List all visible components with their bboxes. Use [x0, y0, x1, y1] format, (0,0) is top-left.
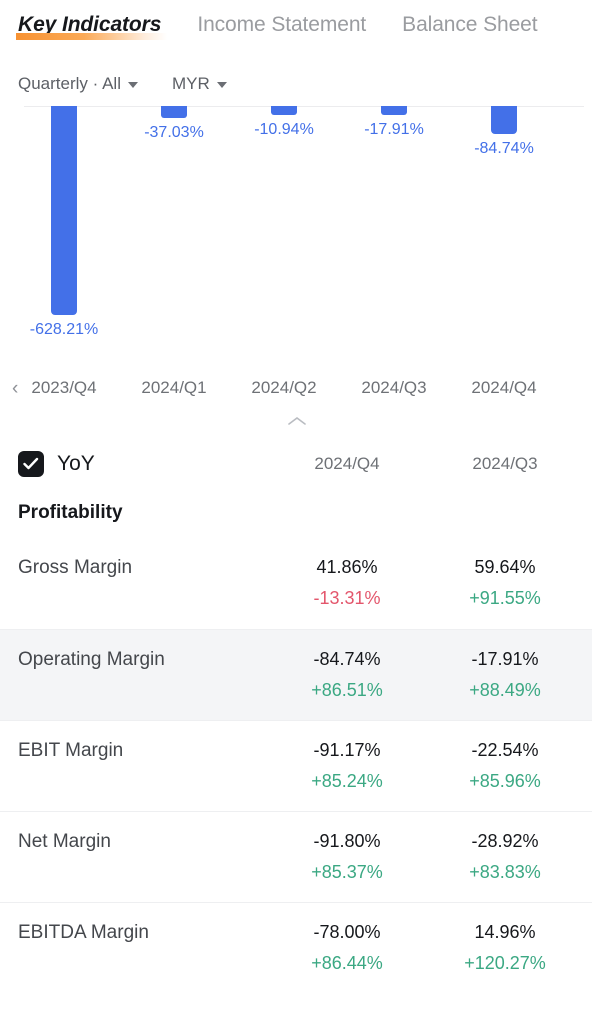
chart-bar[interactable]: [161, 106, 187, 119]
metric-cell: -28.92% +83.83%: [426, 828, 584, 885]
column-header-1[interactable]: 2024/Q3: [426, 454, 584, 474]
x-axis-tick-label: 2023/Q4: [31, 378, 97, 397]
table-row[interactable]: Net Margin -91.80% +85.37% -28.92% +83.83%: [0, 811, 592, 902]
metric-name: EBIT Margin: [18, 740, 124, 761]
metric-cell: 41.86% -13.31%: [268, 554, 426, 611]
chevron-down-icon: [216, 82, 227, 88]
section-title-profitability: Profitability: [18, 502, 123, 523]
metric-change: +83.83%: [469, 862, 541, 883]
metric-change: -13.31%: [313, 588, 381, 609]
chart-bar-value-label: -17.91%: [364, 121, 424, 138]
table-row[interactable]: EBITDA Margin -78.00% +86.44% 14.96% +120.27…: [0, 902, 592, 993]
metric-value: -84.74%: [313, 649, 381, 669]
metric-change: +86.51%: [311, 680, 383, 701]
column-header-0[interactable]: 2024/Q4: [268, 454, 426, 474]
period-filter-label: Quarterly · All: [18, 74, 121, 93]
table-header: YoY 2024/Q4 2024/Q3: [0, 440, 592, 488]
active-tab-underline: [16, 33, 168, 40]
metric-change: +86.44%: [311, 953, 383, 974]
metric-cell: -17.91% +88.49%: [426, 646, 584, 703]
x-axis-tick-label: 2024/Q1: [141, 378, 207, 397]
metric-change: +85.37%: [311, 862, 383, 883]
tab-balance-sheet-label: Balance Sheet: [402, 13, 538, 36]
checkbox-checked-icon[interactable]: [18, 451, 44, 477]
period-filter-dropdown[interactable]: Quarterly · All: [18, 74, 138, 94]
chart-bar-value-label: -628.21%: [29, 321, 99, 338]
metric-cell: 59.64% +91.55%: [426, 554, 584, 611]
metric-value: -91.17%: [313, 740, 381, 760]
chart-bar[interactable]: [381, 106, 407, 115]
metric-value: -17.91%: [471, 649, 539, 669]
metric-name: Gross Margin: [18, 557, 133, 578]
x-axis-tick-label: 2024/Q3: [361, 378, 427, 397]
currency-filter-label: MYR: [171, 74, 210, 93]
metric-value: -22.54%: [471, 740, 539, 760]
chart-x-axis: ‹ 2023/Q4 2024/Q1 2024/Q2 2024/Q3 2024/Q4: [0, 378, 592, 408]
metric-value: -28.92%: [471, 831, 539, 851]
chart-bar-value-label: -84.74%: [474, 140, 534, 158]
chart-bar[interactable]: [271, 106, 297, 115]
chart-bar-value-label: -37.03%: [144, 124, 204, 142]
operating-margin-bar-chart[interactable]: -628.21% -37.03% -10.94% -17.91% -84.74%: [0, 106, 592, 378]
metric-cell: -22.54% +85.96%: [426, 737, 584, 794]
chart-bar[interactable]: [491, 106, 517, 135]
chevron-down-icon: [127, 82, 138, 88]
filter-row: Quarterly · All MYR: [0, 52, 592, 100]
tab-bar: Key Indicators Income Statement Balance …: [0, 0, 592, 52]
table-row[interactable]: EBIT Margin -91.17% +85.24% -22.54% +85.96%: [0, 720, 592, 811]
metric-value: 59.64%: [474, 557, 536, 577]
metric-cell: 14.96% +120.27%: [426, 919, 584, 976]
table-row[interactable]: Gross Margin 41.86% -13.31% 59.64% +91.55%: [0, 538, 592, 629]
chevron-up-icon[interactable]: [288, 416, 306, 426]
metric-change: +120.27%: [464, 953, 546, 974]
metric-change: +85.24%: [311, 771, 383, 792]
metric-value: 14.96%: [474, 922, 536, 942]
chart-bar-group[interactable]: -17.91%: [339, 106, 449, 378]
metric-change: +88.49%: [469, 680, 541, 701]
metric-change: +85.96%: [469, 771, 541, 792]
yoy-label: YoY: [57, 452, 95, 475]
x-axis-tick-label: 2024/Q2: [251, 378, 317, 397]
tab-bar-fade: [566, 0, 592, 52]
metric-value: -91.80%: [313, 831, 381, 851]
currency-filter-dropdown[interactable]: MYR: [172, 74, 227, 94]
tab-key-indicators[interactable]: Key Indicators: [16, 0, 168, 40]
chart-bar-group[interactable]: -628.21%: [9, 106, 119, 378]
metric-name: Net Margin: [18, 831, 111, 852]
metrics-table: Gross Margin 41.86% -13.31% 59.64% +91.55% Op…: [0, 538, 592, 993]
chart-bar-group[interactable]: -37.03%: [119, 106, 229, 378]
metric-value: 41.86%: [316, 557, 378, 577]
metric-cell: -78.00% +86.44%: [268, 919, 426, 976]
metric-name: Operating Margin: [18, 649, 165, 670]
metric-cell: -91.80% +85.37%: [268, 828, 426, 885]
tab-income-statement-label: Income Statement: [197, 13, 367, 36]
tab-income-statement[interactable]: Income Statement: [197, 0, 366, 37]
metric-value: -78.00%: [313, 922, 381, 942]
metric-cell: -84.74% +86.51%: [268, 646, 426, 703]
yoy-toggle[interactable]: YoY: [18, 451, 268, 477]
table-row[interactable]: Operating Margin -84.74% +86.51% -17.91% +88…: [0, 629, 592, 720]
tab-balance-sheet[interactable]: Balance Sheet: [402, 0, 537, 37]
chart-bar[interactable]: [51, 106, 77, 315]
chart-bar-group[interactable]: -10.94%: [229, 106, 339, 378]
metric-name: EBITDA Margin: [18, 922, 149, 943]
x-axis-tick-label: 2024/Q4: [471, 378, 537, 397]
chart-bar-group[interactable]: -84.74%: [449, 106, 559, 378]
metric-cell: -91.17% +85.24%: [268, 737, 426, 794]
chart-collapse-row: [0, 408, 592, 440]
chart-bar-value-label: -10.94%: [254, 121, 314, 138]
metric-change: +91.55%: [469, 588, 541, 609]
